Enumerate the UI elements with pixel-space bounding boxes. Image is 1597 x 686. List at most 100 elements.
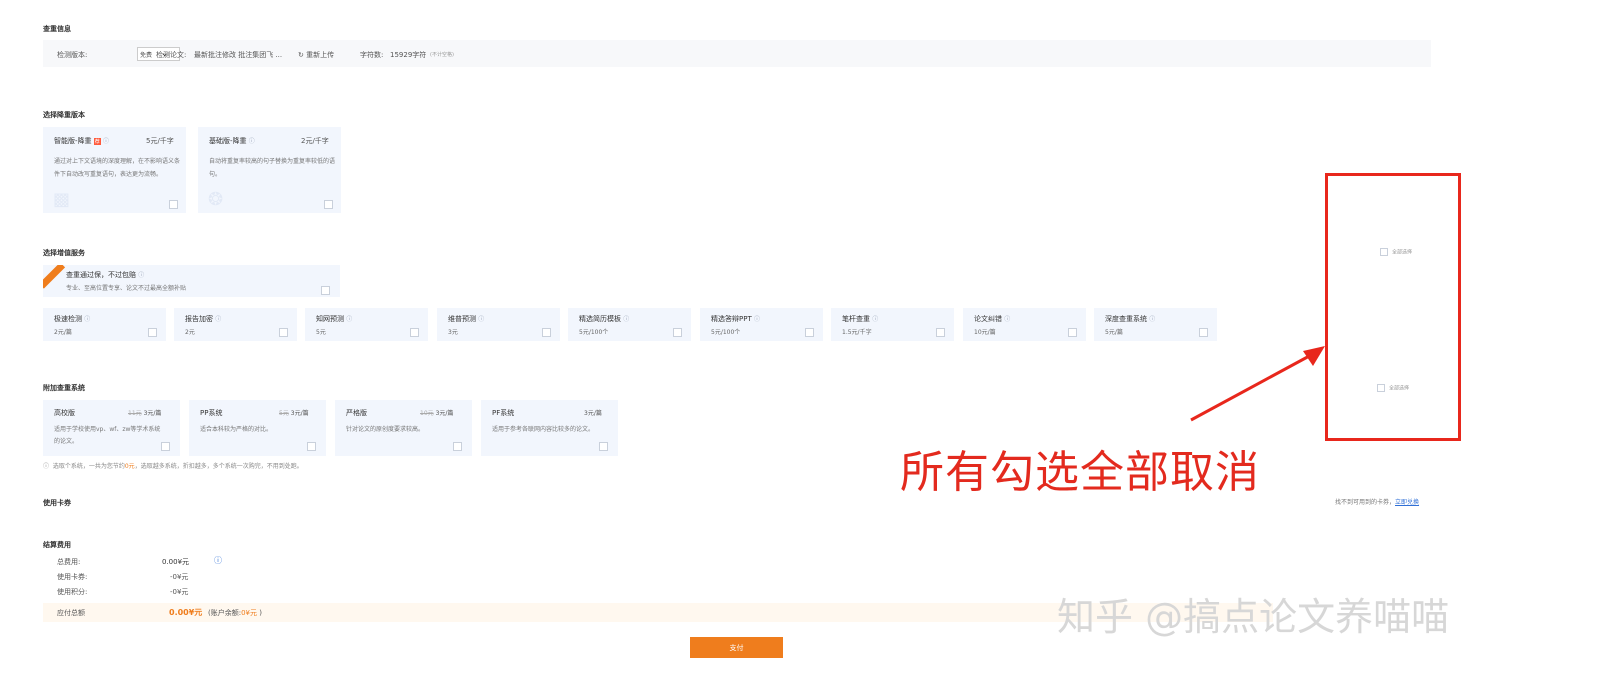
guarantee-title: 查重通过保，不过包赔 ⓘ	[66, 271, 145, 279]
help-icon: ⓘ	[1149, 316, 1156, 323]
service-name: 维普预测 ⓘ	[448, 315, 485, 323]
service-price: 10元/篇	[974, 329, 996, 336]
service-checkbox[interactable]	[1068, 328, 1077, 337]
version-name: 智能版-降重 荐 ⓘ	[54, 137, 110, 145]
service-checkbox[interactable]	[805, 328, 814, 337]
service-price: 5元/100个	[711, 329, 741, 336]
system-checkbox[interactable]	[453, 442, 462, 451]
points-value: -0¥元	[170, 588, 189, 596]
service-name: 精选简历模板 ⓘ	[579, 315, 630, 323]
reupload-link[interactable]: ↻ 重新上传	[298, 50, 334, 60]
section-title-systems: 附加查重系统	[43, 384, 85, 392]
service-checkbox[interactable]	[410, 328, 419, 337]
system-card[interactable]: 严格版 10元 3元/篇 针对论文的原创度要求较高。	[335, 400, 472, 456]
system-card[interactable]: PP系统 5元 3元/篇 适合本科较为严格的对比。	[189, 400, 326, 456]
system-price: 5元 3元/篇	[279, 410, 309, 417]
service-price: 5元/100个	[579, 329, 609, 336]
system-price: 3元/篇	[584, 410, 602, 417]
info-icon: ⓘ	[43, 463, 50, 470]
system-checkbox[interactable]	[161, 442, 170, 451]
service-card[interactable]: 论文纠错 ⓘ 10元/篇	[963, 308, 1086, 341]
version-card-basic[interactable]: 基础版-降重 ⓘ 2元/千字 自动将重复率较高的句子替换为重复率较低的语句。 ❂	[198, 127, 341, 213]
service-name: 报告加密 ⓘ	[185, 315, 222, 323]
guarantee-checkbox[interactable]	[321, 286, 330, 295]
paper-value: 最新批注修改 批注集团飞 ...	[194, 51, 283, 59]
system-desc: 针对论文的原创度要求较高。	[346, 426, 425, 433]
service-guarantee-card[interactable]: 查重通过保，不过包赔 ⓘ 专业、至高位置专享、论文不过最高全额补贴	[43, 265, 340, 297]
help-icon: ⓘ	[103, 138, 110, 145]
system-checkbox[interactable]	[599, 442, 608, 451]
system-card[interactable]: 高校版 11元 3元/篇 适用于学校使用vp、wf、zw等学术系统的论文。	[43, 400, 180, 456]
service-checkbox[interactable]	[1199, 328, 1208, 337]
service-name: 精选答辩PPT ⓘ	[711, 315, 760, 323]
help-icon: ⓘ	[623, 316, 630, 323]
service-card[interactable]: 知网预测 ⓘ 5元	[305, 308, 428, 341]
help-icon: ⓘ	[346, 316, 353, 323]
version-checkbox[interactable]	[324, 200, 333, 209]
hot-ribbon	[43, 265, 66, 289]
service-checkbox[interactable]	[542, 328, 551, 337]
help-icon: ⓘ	[478, 316, 485, 323]
system-card[interactable]: PF系统 3元/篇 适用于参考各联网内容比较多的论文。	[481, 400, 618, 456]
section-title-fees: 结算费用	[43, 541, 71, 549]
system-desc: 适用于学校使用vp、wf、zw等学术系统的论文。	[54, 426, 161, 445]
version-price: 5元/千字	[146, 137, 174, 145]
service-checkbox[interactable]	[936, 328, 945, 337]
system-checkbox[interactable]	[307, 442, 316, 451]
help-icon: ⓘ	[753, 316, 760, 323]
section-title-services: 选择增值服务	[43, 249, 85, 257]
service-card[interactable]: 维普预测 ⓘ 3元	[437, 308, 560, 341]
service-card[interactable]: 报告加密 ⓘ 2元	[174, 308, 297, 341]
coupon-label: 使用卡券:	[57, 573, 88, 581]
info-bar: 检测版本: 免费 ⌄ 检测论文: 最新批注修改 批注集团飞 ... ↻ 重新上传…	[43, 40, 1431, 67]
service-name: 笔杆查重 ⓘ	[842, 315, 879, 323]
system-name: PF系统	[492, 409, 515, 417]
points-label: 使用积分:	[57, 588, 88, 596]
section-title-version: 选择降重版本	[43, 111, 85, 119]
system-name: PP系统	[200, 409, 223, 417]
help-icon[interactable]: ⓘ	[214, 555, 222, 566]
service-price: 5元/篇	[1105, 329, 1123, 336]
service-card[interactable]: 极速检测 ⓘ 2元/篇	[43, 308, 166, 341]
service-name: 知网预测 ⓘ	[316, 315, 353, 323]
paper-label: 检测论文:	[156, 51, 187, 59]
annotation-text: 所有勾选全部取消	[900, 447, 1260, 498]
watermark: 知乎 @搞点论文养喵喵	[1057, 595, 1450, 639]
service-card[interactable]: 笔杆查重 ⓘ 1.5元/千字	[831, 308, 954, 341]
version-desc: 自动将重复率较高的句子替换为重复率较低的语句。	[209, 158, 336, 178]
service-card[interactable]: 精选答辩PPT ⓘ 5元/100个	[700, 308, 823, 341]
edition-value: 免费	[140, 52, 153, 59]
systems-note: ⓘ 选取个系统，一共为您节约0元，选取越多系统，折扣越多，多个系统一次购完，不用…	[43, 463, 303, 470]
help-icon: ⓘ	[84, 316, 91, 323]
service-checkbox[interactable]	[673, 328, 682, 337]
chars-label: 字符数:	[360, 51, 384, 59]
total-label: 总费用:	[57, 558, 81, 566]
chart-decoration-icon: ▩	[53, 189, 71, 210]
version-desc: 通过对上下文语境的深度理解，在不影响语义条件下自动改写重复语句，表达更为流畅。	[54, 158, 181, 178]
system-price: 10元 3元/篇	[420, 410, 454, 417]
chars-value: 15929字符	[390, 51, 427, 59]
service-price: 1.5元/千字	[842, 329, 872, 336]
version-price: 2元/千字	[301, 137, 329, 145]
version-checkbox[interactable]	[169, 200, 178, 209]
help-icon: ⓘ	[215, 316, 222, 323]
service-card[interactable]: 精选简历模板 ⓘ 5元/100个	[568, 308, 691, 341]
reupload-label: 重新上传	[306, 51, 335, 59]
service-checkbox[interactable]	[148, 328, 157, 337]
guarantee-subtitle: 专业、至高位置专享、论文不过最高全额补贴	[66, 285, 187, 292]
service-card[interactable]: 深度查重系统 ⓘ 5元/篇	[1094, 308, 1217, 341]
help-icon: ⓘ	[1004, 316, 1011, 323]
system-desc: 适用于参考各联网内容比较多的论文。	[492, 426, 595, 433]
version-name: 基础版-降重 ⓘ	[209, 137, 255, 145]
service-checkbox[interactable]	[279, 328, 288, 337]
service-name: 深度查重系统 ⓘ	[1105, 315, 1156, 323]
section-title-coupon: 使用卡券	[43, 499, 71, 507]
pay-button[interactable]: 支付	[690, 637, 783, 658]
service-price: 3元	[448, 329, 458, 336]
annotation-arrow	[1190, 346, 1325, 422]
version-card-smart[interactable]: 智能版-降重 荐 ⓘ 5元/千字 通过对上下文语境的深度理解，在不影响语义条件下…	[43, 127, 186, 213]
system-name: 严格版	[346, 409, 367, 417]
redeem-link[interactable]: 立即兑换	[1395, 499, 1419, 506]
service-name: 论文纠错 ⓘ	[974, 315, 1011, 323]
service-price: 2元	[185, 329, 195, 336]
